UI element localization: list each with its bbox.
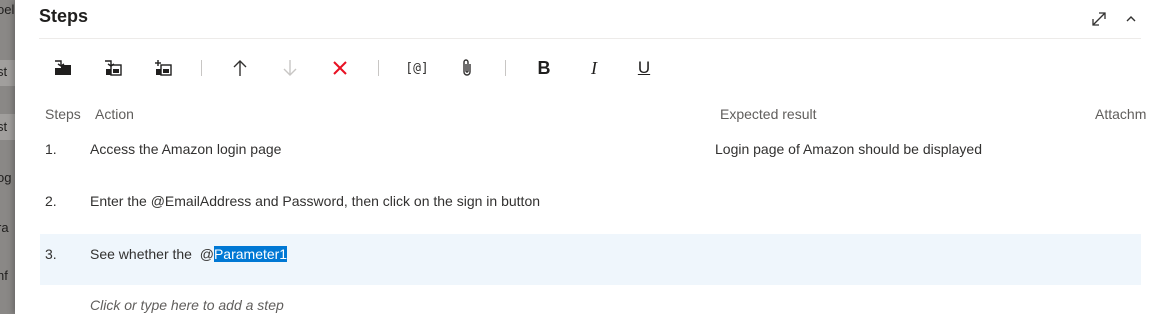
insert-shared-steps-icon[interactable] [101,56,125,80]
add-step-placeholder[interactable]: Click or type here to add a step [90,297,284,313]
steps-panel: Steps [@] B I U Steps Action Expected re… [15,0,1154,314]
step-action[interactable]: Access the Amazon login page [90,141,281,157]
expand-icon[interactable] [1090,10,1108,28]
step-action-text: See whether the @ [90,246,214,262]
move-up-icon[interactable] [228,56,252,80]
attachment-icon[interactable] [455,56,479,80]
underline-button[interactable]: U [632,56,656,80]
step-row[interactable]: 2. Enter the @EmailAddress and Password,… [40,177,1141,227]
background-text: nf [0,268,8,283]
step-action[interactable]: See whether the @Parameter1 [90,246,288,262]
create-shared-steps-icon[interactable] [151,56,175,80]
toolbar-separator [378,60,379,76]
background-text: og [0,170,12,185]
selected-parameter-text[interactable]: Parameter1 [213,246,288,262]
collapse-chevron-icon[interactable] [1122,10,1140,28]
column-header-action: Action [95,106,134,122]
background-page-strip: oel st st og ra nf [0,0,15,314]
column-header-steps: Steps [45,106,81,122]
step-row[interactable]: 1. Access the Amazon login page Login pa… [40,125,1141,175]
background-text: st [0,119,8,134]
column-header-expected: Expected result [720,106,817,122]
header-actions [1090,10,1140,28]
bold-button[interactable]: B [532,56,556,80]
italic-button[interactable]: I [582,56,606,80]
background-text: st [0,64,8,79]
step-expected-result[interactable]: Login page of Amazon should be displayed [715,141,982,157]
insert-step-icon[interactable] [51,56,75,80]
insert-parameter-button[interactable]: [@] [405,56,429,80]
background-text: oel [0,2,15,17]
step-number: 3. [45,246,57,262]
toolbar-separator [201,60,202,76]
move-down-icon[interactable] [278,56,302,80]
section-title: Steps [39,6,89,26]
column-header-attachments: Attachm [1095,106,1147,122]
step-number: 2. [45,193,57,209]
steps-toolbar: [@] B I U [51,54,682,82]
toolbar-separator [505,60,506,76]
background-text: ra [0,220,9,235]
step-number: 1. [45,141,57,157]
step-action[interactable]: Enter the @EmailAddress and Password, th… [90,193,540,209]
step-row-selected[interactable]: 3. See whether the @Parameter1 [40,234,1141,285]
delete-icon[interactable] [328,56,352,80]
divider [39,38,1141,39]
